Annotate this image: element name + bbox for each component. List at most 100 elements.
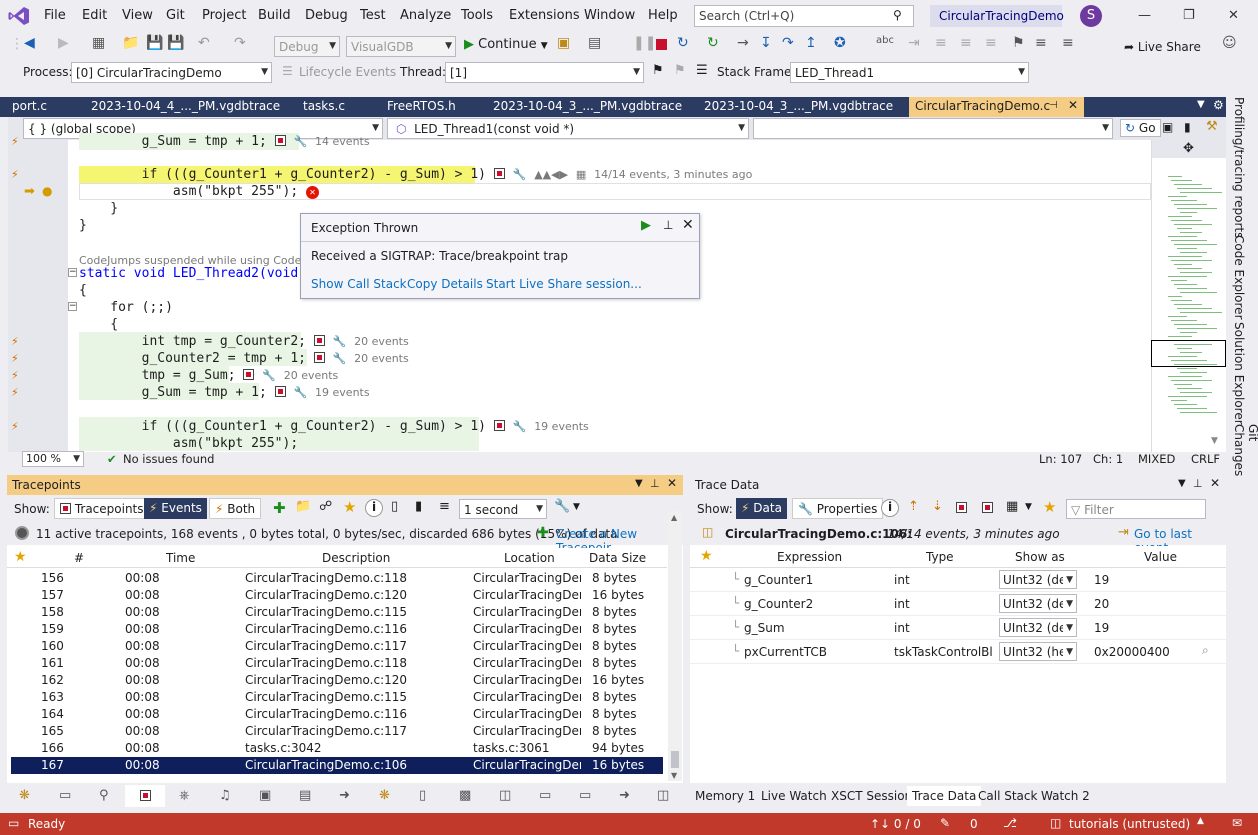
event-count-hint[interactable]: 19 events <box>315 386 370 399</box>
link-icon[interactable]: ☍ <box>319 499 332 514</box>
collapse-icon[interactable]: − <box>68 302 77 311</box>
tracepoint-icon[interactable]: ⚡ <box>11 135 19 148</box>
copy-details-link[interactable]: Copy Details <box>407 277 483 291</box>
platform-dropdown[interactable]: VisualGDB ▼ <box>346 36 456 57</box>
wrench-icon[interactable]: 🔧 <box>513 420 527 433</box>
tracepoint-icon[interactable]: ⚡ <box>11 386 19 399</box>
wrench-icon[interactable]: 🔧 <box>513 168 527 181</box>
menu-extensions[interactable]: Extensions <box>509 8 580 23</box>
thread-dropdown[interactable]: [1] ▼ <box>445 62 644 83</box>
event-count-hint[interactable]: 14 events <box>315 135 370 148</box>
label-icon[interactable]: ▮ <box>1184 120 1191 134</box>
configuration-dropdown[interactable]: Debug ▼ <box>274 36 340 57</box>
table-row[interactable]: 157 00:08 CircularTracingDemo.c:120 Circula… <box>11 587 663 604</box>
column-header-location[interactable]: Location <box>504 551 555 565</box>
tab-vgdbtrace-1[interactable]: 2023-10-04_4_..._PM.vgdbtrace <box>91 97 280 117</box>
table-row[interactable]: 159 00:08 CircularTracingDemo.c:116 Circula… <box>11 621 663 638</box>
tab-watch-2[interactable]: Watch 2 <box>1036 786 1095 806</box>
restart-icon[interactable]: ↻ <box>677 35 689 51</box>
stack-frame-dropdown[interactable]: LED_Thread1 ▼ <box>790 62 1029 83</box>
pending-changes-count[interactable]: 0 <box>970 817 978 831</box>
close-tab-icon[interactable]: ✕ <box>1068 98 1078 112</box>
refresh-icon[interactable]: ↻ <box>707 35 719 51</box>
scrollbar-thumb[interactable] <box>671 751 679 768</box>
info-icon[interactable]: i <box>881 499 899 517</box>
indent-icon[interactable]: ⇥ <box>908 35 920 51</box>
event-count-hint[interactable]: 20 events <box>354 335 409 348</box>
scroll-up-icon[interactable]: ▲ <box>671 513 677 522</box>
tracepoint-icon[interactable]: ⚡ <box>11 335 19 348</box>
tool-icon-16[interactable]: ➜ <box>619 788 630 803</box>
windows-icon[interactable]: ▤ <box>588 35 601 51</box>
event-count-hint[interactable]: 20 events <box>354 352 409 365</box>
tab-memory-1[interactable]: Memory 1 <box>690 786 760 806</box>
tracepoint-add-icon[interactable] <box>982 501 993 515</box>
show-next-statement-icon[interactable]: → <box>737 35 749 51</box>
menu-file[interactable]: File <box>44 8 66 23</box>
tab-overflow-icon[interactable]: ▼ <box>1197 99 1205 110</box>
list-icon[interactable]: ≡ <box>439 499 450 514</box>
error-icon[interactable]: ✕ <box>305 186 319 199</box>
new-project-icon[interactable]: ▦ <box>92 35 105 51</box>
sort-down-icon[interactable]: ⇣ <box>932 499 943 514</box>
continue-icon[interactable]: ▶ <box>641 218 651 233</box>
break-all-icon[interactable]: ❚❚ <box>633 35 656 51</box>
close-window-icon[interactable]: ✕ <box>1228 8 1239 23</box>
binoculars-icon[interactable]: ⎈ <box>179 788 189 803</box>
table-row[interactable]: └ pxCurrentTCB tskTaskControlBl UInt32 (hex… <box>690 640 1226 664</box>
tab-live-watch[interactable]: Live Watch <box>756 786 832 806</box>
continue-button[interactable]: ▶ Continue ▼ <box>464 37 548 52</box>
wrench-icon[interactable]: 🔧 <box>333 335 347 348</box>
tracepoint-marker-icon[interactable] <box>493 420 505 431</box>
undo-icon[interactable]: ↶ <box>198 35 210 51</box>
pin-icon[interactable]: ⊣ <box>1049 100 1058 111</box>
pin-icon[interactable]: ⊥ <box>663 218 673 232</box>
hex-display-icon[interactable]: ✪ <box>834 35 846 51</box>
tab-tasks-c[interactable]: tasks.c <box>303 97 345 117</box>
wrench-icon[interactable]: 🔧 <box>554 499 570 514</box>
tool-icon-2[interactable]: ▭ <box>59 788 71 803</box>
tab-circulartracingdemo-c[interactable]: CircularTracingDemo.c ⊣ ✕ <box>909 97 1084 117</box>
feedback-icon[interactable]: ☺ <box>1222 35 1237 51</box>
close-icon[interactable]: ✕ <box>667 476 677 490</box>
search-icon[interactable]: ⚲ <box>99 788 109 803</box>
live-share-button[interactable]: ➦ Live Share <box>1124 40 1201 54</box>
column-header-show-as[interactable]: Show as <box>1015 550 1065 564</box>
uncomment-icon[interactable]: ≡ <box>960 35 972 51</box>
star-icon[interactable]: ★ <box>1043 498 1056 516</box>
magnifier-icon[interactable]: ⌕ <box>1202 643 1209 658</box>
tool-icon-8[interactable]: ▤ <box>299 788 311 803</box>
menu-git[interactable]: Git <box>166 8 185 23</box>
table-icon[interactable]: ▦ <box>1006 499 1018 514</box>
tracepoints-toggle-button[interactable]: Tracepoints <box>54 498 150 519</box>
notifications-icon[interactable]: ✉ <box>1232 816 1242 830</box>
column-header-type[interactable]: Type <box>926 550 954 564</box>
menu-test[interactable]: Test <box>360 8 386 23</box>
open-folder-icon[interactable]: 📁 <box>122 35 139 51</box>
tool-icon-9[interactable]: ➜ <box>339 788 350 803</box>
tool-icon-6[interactable]: ♫ <box>219 788 231 803</box>
minimap-viewport[interactable] <box>1151 340 1226 367</box>
tool-icon-13[interactable]: ◫ <box>499 788 511 803</box>
table-icon[interactable]: ▦ <box>576 168 586 181</box>
stop-icon[interactable] <box>656 39 667 50</box>
tab-call-stack[interactable]: Call Stack <box>973 786 1042 806</box>
avatar[interactable]: S <box>1080 5 1102 27</box>
event-count-hint[interactable]: 14/14 events, 3 minutes ago <box>594 168 752 181</box>
data-toggle-button[interactable]: ⚡ Data <box>736 498 787 519</box>
search-input[interactable]: Search (Ctrl+Q) <box>694 5 914 27</box>
tracepoint-icon[interactable]: ⚡ <box>11 369 19 382</box>
restore-icon[interactable]: ❐ <box>1183 8 1195 23</box>
tracepoints-scrollbar[interactable]: ▲ ▼ <box>668 511 682 781</box>
lightbulb-icon[interactable]: ● <box>42 184 52 198</box>
wrench-icon[interactable]: 🔧 <box>262 369 276 382</box>
add-icon[interactable]: ✚ <box>273 499 286 517</box>
info-icon[interactable]: i <box>365 499 383 517</box>
repository-name[interactable]: tutorials (untrusted) <box>1069 817 1190 831</box>
wrench-icon[interactable]: 🔧 <box>294 386 308 399</box>
spell-check-icon[interactable]: abc <box>876 35 894 46</box>
code-explorer-tab[interactable]: Code Explorer <box>1232 235 1246 320</box>
table-row[interactable]: 162 00:08 CircularTracingDemo.c:120 Circula… <box>11 672 663 689</box>
menu-help[interactable]: Help <box>648 8 678 23</box>
menu-tools[interactable]: Tools <box>461 8 493 23</box>
